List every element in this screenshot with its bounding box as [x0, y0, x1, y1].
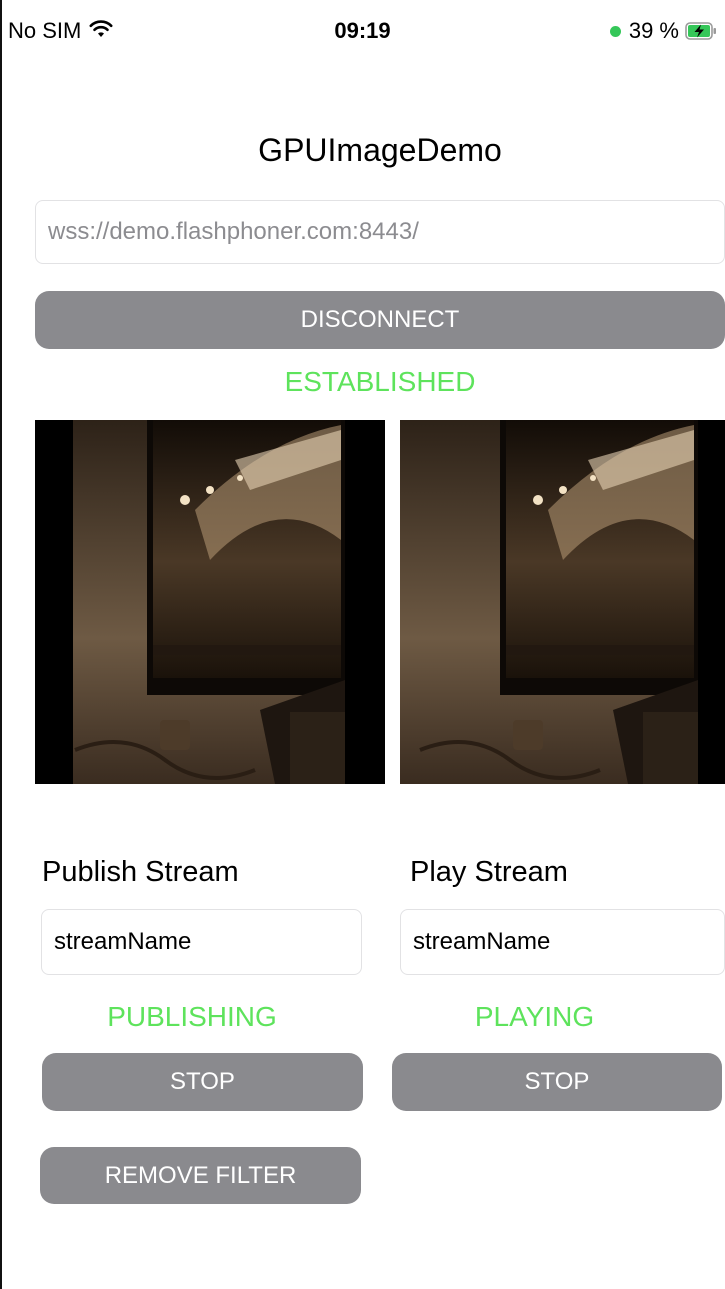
camera-indicator-dot [609, 25, 621, 37]
connection-status: ESTABLISHED [284, 366, 476, 397]
remove-filter-button[interactable]: REMOVE FILTER [40, 1147, 361, 1204]
server-url-field[interactable] [35, 200, 725, 264]
stop-publish-button[interactable]: STOP [42, 1053, 363, 1111]
battery-percent: 39 % [628, 18, 679, 43]
page-title: GPUImageDemo [258, 132, 502, 168]
battery-charging-icon [685, 22, 717, 40]
disconnect-button[interactable]: DISCONNECT [35, 291, 725, 349]
stop-play-button[interactable]: STOP [392, 1053, 722, 1111]
play-status: PLAYING [474, 1001, 595, 1032]
publish-status: PUBLISHING [107, 1001, 277, 1032]
status-bar: No SIM 09:19 39 % [0, 0, 725, 60]
status-right: 39 % [609, 18, 717, 44]
publish-stream-name-field[interactable] [41, 909, 362, 975]
window-left-edge [0, 0, 2, 1289]
publish-stream-label: Publish Stream [42, 856, 239, 888]
play-stream-label: Play Stream [410, 856, 568, 888]
play-video-preview [400, 420, 725, 784]
play-stream-name-field[interactable] [400, 909, 725, 975]
publish-video-preview [35, 420, 385, 784]
